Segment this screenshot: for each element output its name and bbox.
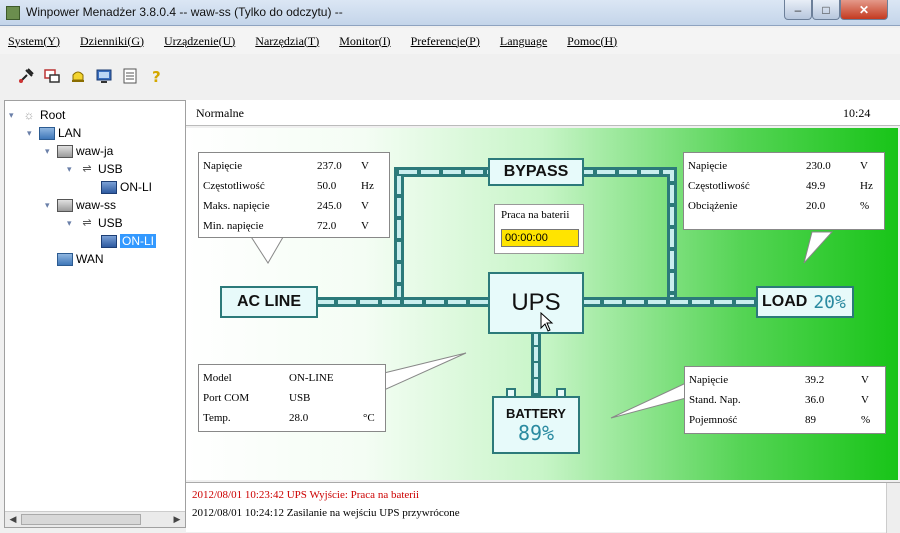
battery-voltage-row: Napięcie 39.2 V <box>689 374 869 386</box>
status-header: Normalne 10:24 <box>186 100 900 126</box>
log-vertical-scrollbar[interactable] <box>886 483 900 533</box>
input-voltage-row: Napięcie 237.0 V <box>203 160 369 172</box>
tree-ups-2[interactable]: ON-LI <box>101 233 157 249</box>
minimize-button[interactable]: – <box>784 0 812 20</box>
battery-box[interactable]: BATTERY 89% <box>492 396 580 454</box>
ups-icon <box>101 234 117 248</box>
tree-host-waw-ja[interactable]: ▾ waw-ja <box>45 143 113 159</box>
log-entry: 2012/08/01 10:23:42 UPS Wyjście: Praca n… <box>192 489 420 501</box>
watermark <box>0 498 186 532</box>
ac-line-box[interactable]: AC LINE <box>220 286 318 318</box>
title-bar: Winpower Menadżer 3.8.0.4 -- waw-ss (Tyl… <box>0 0 900 26</box>
wan-icon <box>57 252 73 266</box>
device-port-row: Port COM USB <box>203 392 311 404</box>
output-info-panel: Napięcie 230.0 V Częstotliwość 49.9 Hz O… <box>683 152 885 230</box>
bell-icon[interactable] <box>66 64 90 88</box>
battery-timer-panel: Praca na baterii 00:00:00 <box>494 204 584 254</box>
menu-device[interactable]: Urządzenie(U) <box>160 32 239 51</box>
battery-percent: 89% <box>517 420 555 445</box>
app-icon <box>6 6 20 20</box>
battery-timer-label: Praca na baterii <box>501 209 570 221</box>
log-entry: 2012/08/01 10:24:12 Zasilanie na wejściu… <box>192 507 460 519</box>
device-info-panel: Model ON-LINE Port COM USB Temp. 28.0 °C <box>198 364 386 432</box>
expand-icon[interactable]: ▾ <box>67 218 79 229</box>
tree-ups-1[interactable]: ON-LI <box>101 179 152 195</box>
lan-icon <box>39 126 55 140</box>
tree-wan[interactable]: WAN <box>45 251 104 267</box>
output-load-row: Obciążenie 20.0 % <box>688 200 870 212</box>
load-box[interactable]: LOAD 20% <box>756 286 854 318</box>
output-frequency-row: Częstotliwość 49.9 Hz <box>688 180 873 192</box>
battery-timer-value: 00:00:00 <box>501 229 579 247</box>
maximize-button[interactable]: □ <box>812 0 840 20</box>
menu-logs[interactable]: Dzienniki(G) <box>76 32 148 51</box>
device-temp-row: Temp. 28.0 °C <box>203 412 375 424</box>
battery-capacity-row: Pojemność 89 % <box>689 414 871 426</box>
close-button[interactable]: ✕ <box>840 0 888 20</box>
menu-bar: System(Y) Dzienniki(G) Urządzenie(U) Nar… <box>0 28 900 54</box>
ups-icon <box>101 180 117 194</box>
root-icon: ☼ <box>23 107 35 122</box>
expand-icon[interactable]: ▾ <box>67 164 79 175</box>
menu-tools[interactable]: Narzędzia(T) <box>251 32 323 51</box>
help-icon[interactable]: ? <box>144 64 168 88</box>
menu-preferences[interactable]: Preferencje(P) <box>407 32 484 51</box>
monitor-icon[interactable] <box>92 64 116 88</box>
input-info-panel: Napięcie 237.0 V Częstotliwość 50.0 Hz M… <box>198 152 390 238</box>
ups-box[interactable]: UPS <box>488 272 584 334</box>
battery-terminal-icon <box>556 388 566 396</box>
expand-icon[interactable]: ▾ <box>27 128 39 139</box>
tree-usb-2[interactable]: ▾ ⇌ USB <box>67 215 123 231</box>
menu-language[interactable]: Language <box>496 32 551 51</box>
input-min-voltage-row: Min. napięcie 72.0 V <box>203 220 369 232</box>
tree-usb-1[interactable]: ▾ ⇌ USB <box>67 161 123 177</box>
menu-monitor[interactable]: Monitor(I) <box>335 32 394 51</box>
expand-icon[interactable]: ▾ <box>45 146 57 157</box>
battery-nominal-row: Stand. Nap. 36.0 V <box>689 394 869 406</box>
input-max-voltage-row: Maks. napięcie 245.0 V <box>203 200 369 212</box>
menu-help[interactable]: Pomoc(H) <box>563 32 621 51</box>
svg-text:?: ? <box>152 68 161 85</box>
toolbar: ? <box>0 58 900 94</box>
computer-icon <box>57 144 73 158</box>
tree-lan[interactable]: ▾ LAN <box>27 125 81 141</box>
status-time: 10:24 <box>843 106 871 120</box>
battery-label: BATTERY <box>506 405 566 421</box>
tree-root[interactable]: ▾ ☼ Root <box>9 107 65 123</box>
bypass-box[interactable]: BYPASS <box>488 158 584 186</box>
battery-info-panel: Napięcie 39.2 V Stand. Nap. 36.0 V Pojem… <box>684 366 886 434</box>
usb-icon: ⇌ <box>82 162 92 175</box>
battery-terminal-icon <box>506 388 516 396</box>
window-title: Winpower Menadżer 3.8.0.4 -- waw-ss (Tyl… <box>26 5 343 19</box>
network-icon[interactable] <box>40 64 64 88</box>
event-log[interactable]: 2012/08/01 10:23:42 UPS Wyjście: Praca n… <box>186 482 900 533</box>
usb-icon: ⇌ <box>82 216 92 229</box>
expand-icon[interactable]: ▾ <box>45 200 57 211</box>
ups-mode-status: Normalne <box>196 106 244 120</box>
output-voltage-row: Napięcie 230.0 V <box>688 160 868 172</box>
list-icon[interactable] <box>118 64 142 88</box>
load-percent: 20% <box>813 291 846 313</box>
tree-host-waw-ss[interactable]: ▾ waw-ss <box>45 197 116 213</box>
device-tree[interactable]: ▾ ☼ Root ▾ LAN ▾ waw-ja ▾ ⇌ USB ON-LI ▾ waw-ss … <box>4 100 186 528</box>
computer-icon <box>57 198 73 212</box>
mouse-cursor-icon <box>540 312 554 332</box>
input-frequency-row: Częstotliwość 50.0 Hz <box>203 180 374 192</box>
expand-icon[interactable]: ▾ <box>9 110 21 121</box>
load-label: LOAD <box>762 293 808 310</box>
wrench-icon[interactable] <box>14 64 38 88</box>
ups-monitor-panel: Napięcie 237.0 V Częstotliwość 50.0 Hz M… <box>186 128 898 480</box>
menu-system[interactable]: System(Y) <box>4 32 64 51</box>
device-model-row: Model ON-LINE <box>203 372 334 384</box>
